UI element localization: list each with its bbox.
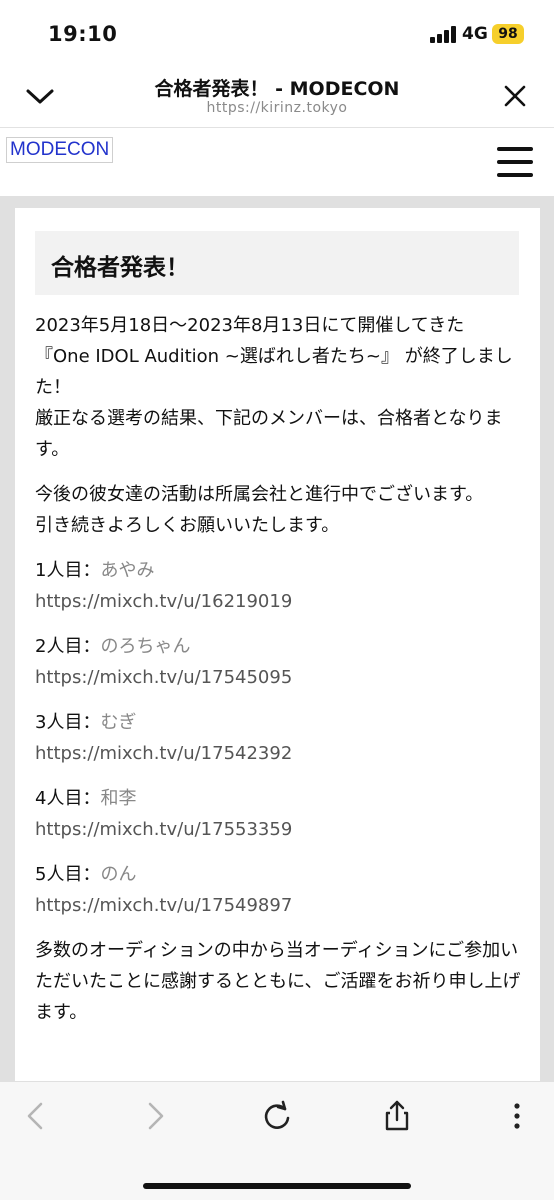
- member-name: あやみ: [100, 560, 155, 581]
- closing-paragraph: 多数のオーディションの中から当オーディションにご参加いただいたことに感謝するとと…: [35, 940, 521, 1023]
- site-header: MODECON: [0, 128, 554, 196]
- intro-paragraph: 2023年5月18日〜2023年8月13日にて開催してきた 『One IDOL …: [35, 310, 523, 465]
- more-vertical-icon[interactable]: [497, 1096, 537, 1136]
- battery-indicator: 98: [492, 24, 524, 44]
- member-link[interactable]: https://mixch.tv/u/17549897: [35, 895, 292, 916]
- member-link[interactable]: https://mixch.tv/u/17542392: [35, 743, 292, 764]
- page-url[interactable]: https://kirinz.tokyo: [80, 100, 474, 116]
- article-heading: 合格者発表！: [51, 255, 189, 281]
- article-heading-box: 合格者発表！: [35, 231, 519, 295]
- article-body: 2023年5月18日〜2023年8月13日にて開催してきた 『One IDOL …: [35, 310, 523, 1042]
- home-indicator: [143, 1183, 411, 1189]
- member-name: 和李: [100, 788, 137, 809]
- browser-header: 合格者発表！ - MODECON https://kirinz.tokyo: [0, 66, 554, 128]
- site-logo[interactable]: MODECON: [6, 137, 114, 163]
- member-label: 2人目：: [35, 636, 101, 657]
- status-bar: 19:10 4G 98: [0, 0, 554, 66]
- member-entry-4: 4人目：和李 https://mixch.tv/u/17553359: [35, 783, 523, 845]
- share-icon[interactable]: [377, 1096, 417, 1136]
- close-icon[interactable]: [495, 76, 535, 116]
- member-link[interactable]: https://mixch.tv/u/16219019: [35, 591, 292, 612]
- activity-text-1: 今後の彼女達の活動は所属会社と進行中でございます。: [35, 484, 484, 505]
- activity-paragraph: 今後の彼女達の活動は所属会社と進行中でございます。 引き続きよろしくお願いいたし…: [35, 479, 523, 541]
- signal-icon: [430, 26, 456, 43]
- member-label: 1人目：: [35, 560, 101, 581]
- member-name: のん: [100, 864, 137, 885]
- member-entry-2: 2人目：のろちゃん https://mixch.tv/u/17545095: [35, 631, 523, 693]
- status-time: 19:10: [48, 22, 118, 46]
- member-entry-3: 3人目：むぎ https://mixch.tv/u/17542392: [35, 707, 523, 769]
- network-type: 4G: [462, 24, 488, 44]
- member-name: むぎ: [100, 712, 137, 733]
- member-name: のろちゃん: [100, 636, 191, 657]
- article-card: 合格者発表！ 2023年5月18日〜2023年8月13日にて開催してきた 『On…: [15, 208, 540, 1081]
- page-title: 合格者発表！ - MODECON: [154, 78, 400, 100]
- member-entry-1: 1人目：あやみ https://mixch.tv/u/16219019: [35, 555, 523, 617]
- reload-icon[interactable]: [257, 1096, 297, 1136]
- member-link[interactable]: https://mixch.tv/u/17545095: [35, 667, 292, 688]
- member-label: 4人目：: [35, 788, 101, 809]
- hamburger-menu-icon[interactable]: [495, 142, 535, 182]
- browser-toolbar: [0, 1081, 554, 1200]
- intro-text-1: 2023年5月18日〜2023年8月13日にて開催してきた 『One IDOL …: [35, 315, 513, 398]
- intro-text-2: 厳正なる選考の結果、下記のメンバーは、合格者となります。: [35, 408, 503, 460]
- chevron-down-icon[interactable]: [20, 76, 60, 116]
- member-link[interactable]: https://mixch.tv/u/17553359: [35, 819, 292, 840]
- member-label: 3人目：: [35, 712, 101, 733]
- arrow-left-icon[interactable]: [16, 1096, 56, 1136]
- member-entry-5: 5人目：のん https://mixch.tv/u/17549897: [35, 859, 523, 921]
- activity-text-2: 引き続きよろしくお願いいたします。: [35, 515, 340, 536]
- member-label: 5人目：: [35, 864, 101, 885]
- arrow-right-icon[interactable]: [135, 1096, 175, 1136]
